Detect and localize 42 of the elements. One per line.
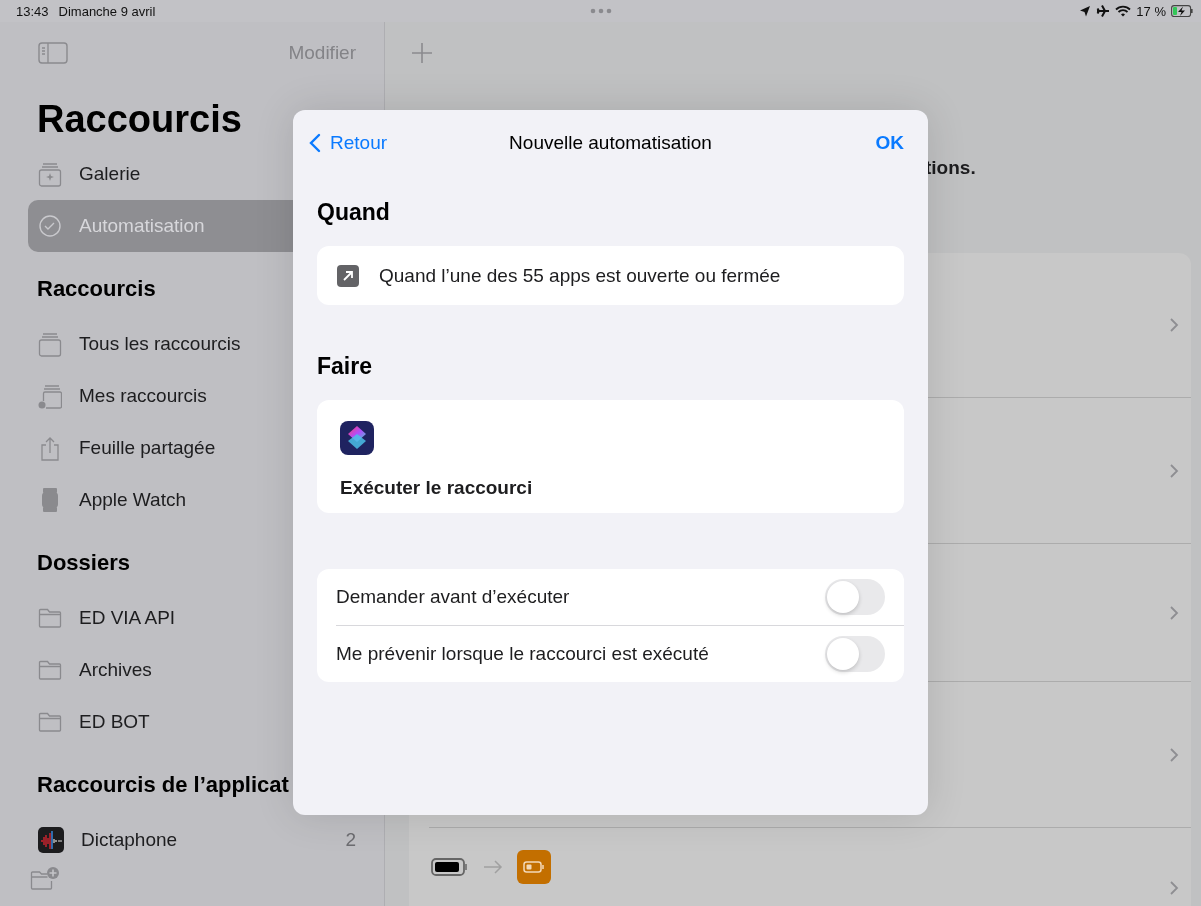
sidebar-toggle-icon[interactable] [38,42,68,64]
arrow-up-right-icon [337,264,359,287]
section-heading: Raccourcis de l’applicat [37,772,289,796]
battery-percent: 17 % [1136,3,1166,19]
more-dots-icon [590,8,612,14]
option-label: Demander avant d’exécuter [336,586,570,608]
share-icon [38,435,62,461]
sheet-title: Nouvelle automatisation [508,132,713,154]
option-label: Me prévenir lorsque le raccourci est exécuté [336,643,709,665]
location-arrow-icon [1079,5,1092,17]
status-time: 13:43 [16,3,49,19]
chevron-icon [1169,746,1179,763]
chevron-icon [1169,879,1179,896]
action-card[interactable]: Exécuter le raccourci [317,400,904,513]
wifi-icon [1115,5,1132,17]
section-heading: Faire [317,352,373,381]
ok-button[interactable]: OK [875,132,904,154]
chevron-icon [1169,317,1179,333]
section-heading: Dossiers [37,550,130,574]
gallery-icon [38,161,62,187]
chevron-left-icon [309,133,321,153]
stack-icon [38,331,62,357]
item-count: 2 [345,829,356,851]
airplane-icon [1096,4,1111,18]
sidebar-title: Raccourcis [37,98,242,142]
low-battery-icon [517,850,551,884]
toggle-switch[interactable] [825,579,885,615]
plus-icon[interactable] [411,42,433,64]
status-date: Dimanche 9 avril [58,3,156,19]
back-button[interactable]: Retour [309,132,388,154]
new-folder-icon[interactable] [30,866,60,892]
toggle-switch[interactable] [825,636,885,672]
voice-memo-icon [38,827,64,853]
shortcuts-app-icon [340,421,374,455]
trigger-row[interactable]: Quand l’une des 55 apps est ouverte ou fermée [317,246,904,305]
section-heading: Quand [317,198,391,227]
chevron-icon [1169,462,1179,479]
chevron-icon [1169,604,1179,621]
person-stack-icon [38,383,62,409]
arrow-icon [483,860,503,874]
battery-full-icon [431,858,469,876]
section-heading: Raccourcis [37,276,156,300]
